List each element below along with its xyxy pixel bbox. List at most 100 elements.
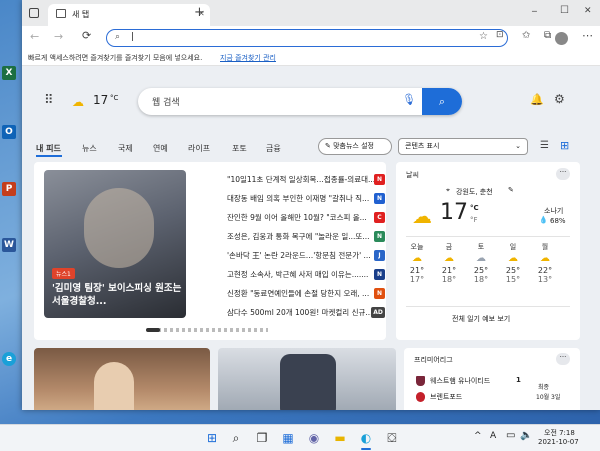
outlook-icon: O [2, 125, 16, 139]
web-search-box[interactable]: 웹 검색 🎙 ⌕ [138, 88, 462, 115]
news-image-card[interactable] [34, 348, 210, 410]
headline-text: '손바닥 王' 논란 2라운드…'항문침 전문가' ... [227, 251, 371, 260]
list-view-icon[interactable]: ☰ [540, 140, 549, 151]
forecast-day[interactable]: 오늘 ☁ 21° 17° [404, 242, 430, 284]
volume-icon[interactable]: 🔈 [520, 430, 532, 441]
tab-world[interactable]: 국제 [118, 143, 133, 154]
teams-chat-icon[interactable]: ◉ [306, 430, 322, 446]
grid-view-icon[interactable]: ⊞ [560, 139, 569, 152]
mic-icon[interactable]: 🎙 [402, 93, 416, 106]
headline-text: "10일11초 단계적 일상회복…접종률-의료대... [227, 175, 376, 184]
desktop-icon-excel[interactable]: X [2, 66, 20, 80]
search-icon[interactable]: ⌕ [228, 430, 244, 446]
forward-icon[interactable]: → [54, 30, 63, 43]
profile-avatar[interactable] [555, 32, 568, 45]
desktop-icon-word[interactable]: W [2, 238, 20, 252]
source-logo-icon: N [374, 174, 385, 185]
favorites-bar: 빠르게 액세스하려면 즐겨찾기를 즐겨찾기 모음에 넣으세요. 지금 즐겨찾기 … [22, 50, 600, 66]
weather-more-button[interactable]: ··· [556, 168, 570, 180]
forecast-day[interactable]: 금 ☁ 21° 18° [436, 242, 462, 284]
content-display-select[interactable]: 콘텐츠 표시 ⌄ [398, 138, 528, 155]
desktop-icon-outlook[interactable]: O [2, 125, 20, 139]
clock-time[interactable]: 오전 7:18 [544, 428, 575, 438]
maximize-button[interactable]: ☐ [560, 5, 569, 16]
card-image [280, 354, 336, 410]
search-input[interactable]: 웹 검색 [152, 95, 180, 108]
headline-row[interactable]: 대장동 배임 의혹 부인한 이재명 "갈취나 직... N [227, 189, 385, 209]
split-screen-icon[interactable]: ⊡ [496, 30, 504, 40]
weather-divider [406, 306, 570, 307]
hero-story[interactable]: 뉴스1 '김미영 팀장' 보이스피싱 원조는 서울경찰청... [44, 170, 186, 318]
forecast-low: 18° [441, 275, 457, 284]
headline-row[interactable]: 신정환 "동료연예인들에 손절 당한지 오래, ... N [227, 284, 385, 304]
headline-row[interactable]: 삼다수 500ml 20개 100원! 마켓컬리 신규... AD [227, 303, 385, 323]
search-button[interactable]: ⌕ [422, 88, 462, 115]
news-image-card[interactable] [218, 348, 396, 410]
tray-chevron-icon[interactable]: ^ [474, 431, 482, 441]
forecast-day[interactable]: 일 ☁ 25° 15° [500, 242, 526, 284]
carousel-dots[interactable] [158, 328, 268, 332]
headline-row[interactable]: 잔인한 9월 이어 올해만 10월? "코스피 올... C [227, 208, 385, 228]
weather-unit-c[interactable]: °C [470, 204, 479, 212]
forecast-high: 21° [409, 266, 425, 275]
collections-icon[interactable]: ⧉ [544, 30, 551, 41]
tab-finance[interactable]: 금융 [266, 143, 281, 154]
clock-date[interactable]: 2021-10-07 [538, 438, 579, 446]
headline-row[interactable]: '손바닥 王' 논란 2라운드…'항문침 전문가' ... J [227, 246, 385, 266]
forecast-day[interactable]: 토 ☁ 25° 18° [468, 242, 494, 284]
headline-text: 삼다수 500ml 20개 100원! 마켓컬리 신규... [227, 308, 373, 317]
full-forecast-link[interactable]: 전체 일기 예보 보기 [452, 314, 510, 324]
network-icon[interactable]: ▭ [506, 430, 515, 441]
partly-cloudy-icon: ☁ [540, 253, 550, 264]
forecast-day[interactable]: 월 ☁ 22° 13° [532, 242, 558, 284]
store-icon[interactable]: ⛋ [384, 430, 400, 446]
refresh-icon[interactable]: ⟳ [82, 29, 91, 42]
search-icon: ⌕ [115, 32, 121, 42]
file-explorer-icon[interactable]: ▬ [332, 430, 348, 446]
tab-life[interactable]: 라이프 [188, 143, 210, 154]
favbar-message: 빠르게 액세스하려면 즐겨찾기를 즐겨찾기 모음에 넣으세요. [28, 54, 203, 62]
desktop-icon-powerpoint[interactable]: P [2, 182, 20, 196]
task-view-icon[interactable]: ❐ [254, 430, 270, 446]
forecast-high: 22° [537, 266, 553, 275]
favbar-manage-link[interactable]: 지금 즐겨찾기 관리 [220, 53, 276, 63]
edit-location-icon[interactable]: ✎ [508, 186, 514, 194]
favorites-icon[interactable]: ✩ [522, 30, 530, 41]
tab-actions-icon[interactable] [29, 8, 39, 18]
desktop-icon-edge[interactable]: e [2, 352, 20, 366]
ime-indicator[interactable]: A [490, 431, 496, 441]
personalize-button[interactable]: ✎ 맞춤뉴스 설정 [318, 138, 392, 155]
forecast-low: 17° [409, 275, 425, 284]
tab-my-feed[interactable]: 내 피드 [36, 143, 61, 154]
source-logo-icon: N [374, 269, 385, 280]
notifications-bell-icon[interactable]: 🔔 [530, 93, 544, 106]
tab-photo[interactable]: 포토 [232, 143, 247, 154]
headline-row[interactable]: 조성은, 김웅과 통화 복구에 "놀라운 일...또... N [227, 227, 385, 247]
favorite-star-icon[interactable]: ☆ [479, 31, 488, 42]
edge-taskbar-icon[interactable]: ◐ [358, 430, 374, 446]
widgets-icon[interactable]: ▦ [280, 430, 296, 446]
tab-news[interactable]: 뉴스 [82, 143, 97, 154]
tab-new-tab[interactable]: 새 탭 ✕ [48, 4, 210, 26]
address-bar[interactable]: ⌕ | ☆ [106, 29, 508, 47]
headline-row[interactable]: "10일11초 단계적 일상회복…접종률-의료대... N [227, 170, 385, 190]
tab-entertainment[interactable]: 연예 [153, 143, 168, 154]
text-cursor: | [131, 32, 135, 42]
minimize-button[interactable]: ─ [532, 7, 537, 16]
weather-location[interactable]: 강원도, 춘천 [456, 187, 493, 197]
team1-crest-icon [416, 376, 425, 386]
newtab-page-icon [56, 9, 66, 18]
more-menu-icon[interactable]: ⋯ [582, 29, 593, 42]
weather-unit-f[interactable]: °F [470, 216, 478, 224]
new-tab-button[interactable]: + [194, 5, 205, 20]
content-display-label: 콘텐츠 표시 [405, 142, 440, 150]
settings-gear-icon[interactable]: ⚙ [554, 92, 565, 106]
sports-more-button[interactable]: ··· [556, 353, 570, 365]
forecast-low: 15° [505, 275, 521, 284]
back-icon[interactable]: ← [30, 30, 39, 43]
header-temperature[interactable]: 17 [93, 93, 108, 107]
app-launcher-icon[interactable]: ⠿ [44, 93, 54, 108]
close-button[interactable]: ✕ [584, 6, 592, 16]
headline-row[interactable]: 고현정 소속사, 박근혜 사저 매입 이유는....... N [227, 265, 385, 285]
windows-start-icon[interactable]: ⊞ [204, 430, 220, 446]
